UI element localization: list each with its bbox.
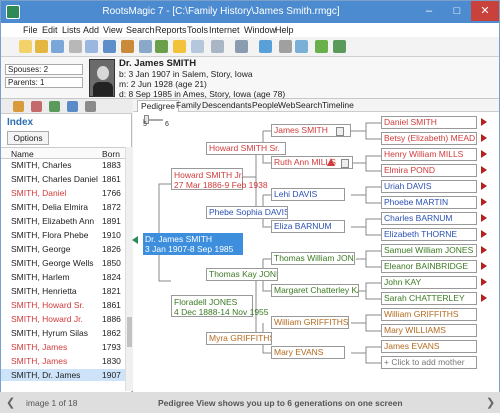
gen5-box[interactable]: Charles BARNUM [381,212,477,225]
status-bar: ❮ image 1 of 18 Pedigree View shows you … [0,392,500,413]
expand-arrow-icon[interactable] [481,246,487,254]
gen3-box[interactable]: Phebe Sophia DAVIS [206,206,288,219]
add-mother-button[interactable]: + Click to add mother [381,356,477,369]
gen5-box[interactable]: Betsy (Elizabeth) MEAD [381,132,477,145]
expand-arrow-icon[interactable] [481,182,487,190]
prev-arrow-icon[interactable]: ❮ [6,396,15,409]
expand-arrow-icon[interactable] [481,230,487,238]
back-arrow-icon[interactable] [132,236,138,244]
gen5-box[interactable]: Henry William MILLS [381,148,477,161]
expand-arrow-icon[interactable] [481,294,487,302]
status-caption: Pedigree View shows you up to 6 generati… [158,398,403,408]
gen5-box[interactable]: Sarah CHATTERLEY [381,292,477,305]
father-box[interactable]: Howard SMITH Jr. 27 Mar 1886-9 Feb 1938 [171,168,268,190]
father-name: Howard SMITH Jr. [174,170,244,180]
gen5-box[interactable]: Elizabeth THORNE [381,228,477,241]
gen4-box[interactable]: Mary EVANS [271,346,345,359]
gen3-box[interactable]: Howard SMITH Sr. [206,142,286,155]
person-card-icon[interactable] [341,159,349,168]
image-counter: image 1 of 18 [26,398,78,408]
expand-arrow-icon[interactable] [481,214,487,222]
mother-name: Floradell JONES [174,297,238,307]
gen5-box[interactable]: Uriah DAVIS [381,180,477,193]
gen4-box[interactable]: Lehi DAVIS [271,188,345,201]
gen3-box[interactable]: Myra GRIFFITHS [206,332,272,345]
gen3-box[interactable]: Thomas Kay JONES [206,268,278,281]
gen4-box[interactable]: Eliza BARNUM [271,220,345,233]
person-card-icon[interactable] [336,127,344,136]
gen5-box[interactable]: Phoebe MARTIN [381,196,477,209]
gen4-box[interactable]: Thomas William JONES [271,252,355,265]
father-dates: 27 Mar 1886-9 Feb 1938 [174,180,268,190]
expand-arrow-icon[interactable] [481,134,487,142]
expand-arrow-icon[interactable] [481,278,487,286]
gen4-box[interactable]: Margaret Chatterley KAY [271,284,359,297]
focus-dates: 3 Jan 1907-8 Sep 1985 [145,244,234,254]
gen4-box[interactable]: William GRIFFITHS [271,316,349,329]
expand-arrow-icon[interactable] [481,118,487,126]
gen5-box[interactable]: John KAY [381,276,477,289]
mother-dates: 4 Dec 1888-14 Nov 1955 [174,307,269,317]
expand-arrow-icon[interactable] [481,262,487,270]
expand-arrow-icon[interactable] [481,150,487,158]
app-window: RootsMagic 7 - [C:\Family History\James … [0,0,500,393]
gen5-box[interactable]: Mary WILLIAMS [381,324,477,337]
gen5-box[interactable]: Eleanor BAINBRIDGE [381,260,477,273]
mother-box[interactable]: Floradell JONES 4 Dec 1888-14 Nov 1955 [171,295,269,317]
gen5-box[interactable]: Daniel SMITH [381,116,477,129]
gen5-box[interactable]: William GRIFFITHS [381,308,477,321]
warning-icon[interactable] [327,158,335,166]
gen5-box[interactable]: Samuel William JONES [381,244,477,257]
focus-person-box[interactable]: Dr. James SMITH 3 Jan 1907-8 Sep 1985 [143,233,243,255]
expand-arrow-icon[interactable] [481,166,487,174]
next-arrow-icon[interactable]: ❯ [486,396,495,409]
expand-arrow-icon[interactable] [481,198,487,206]
focus-name: Dr. James SMITH [145,234,213,244]
gen5-box[interactable]: Elmira POND [381,164,477,177]
gen5-box[interactable]: James EVANS [381,340,477,353]
